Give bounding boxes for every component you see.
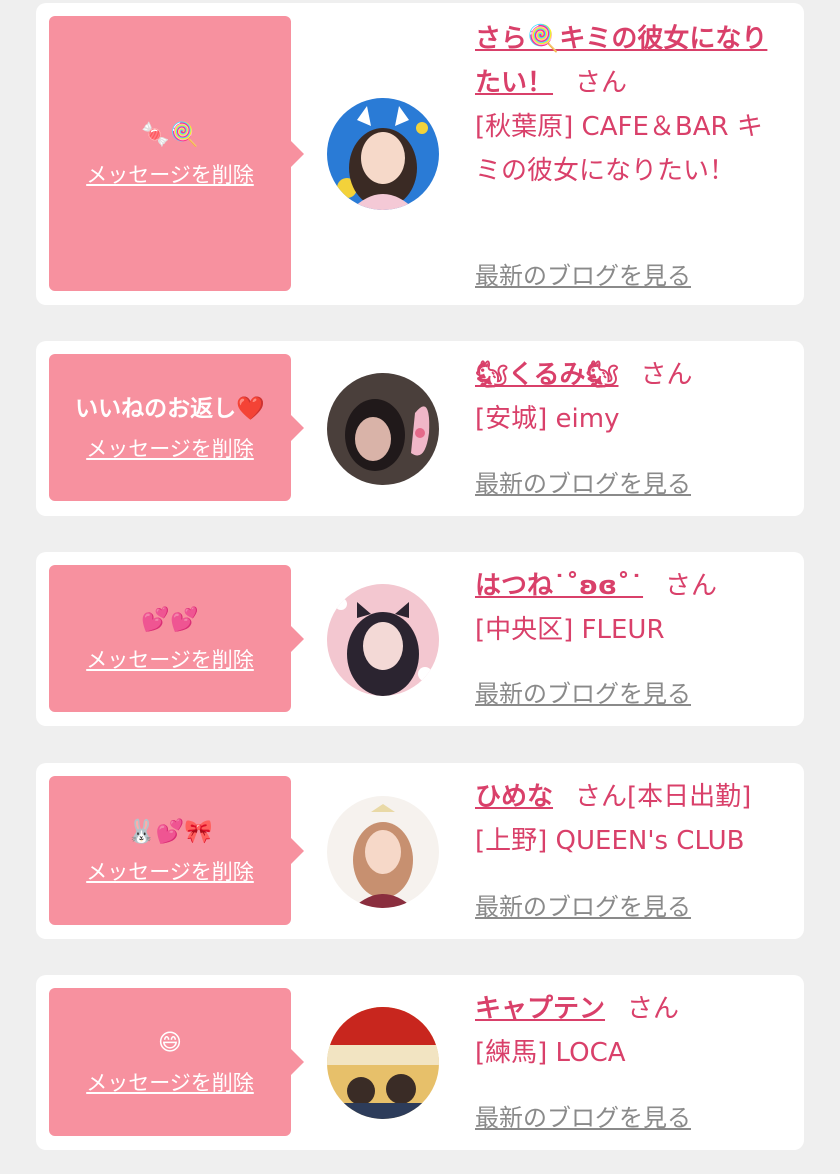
profile-name-link[interactable]: 🐿くるみ🐿 [475,360,619,390]
latest-blog-link[interactable]: 最新のブログを見る [475,1098,691,1133]
message-card: 🍬🍭 メッセージを削除 さら🍭キミの彼女になりたい！ さん [秋葉原] CAFE＆… [36,3,804,305]
delete-message-link[interactable]: メッセージを削除 [86,159,254,189]
honorific: さん[本日出勤] [575,782,752,812]
honorific: さん [575,68,628,98]
profile-info: はつね˙˚ʚɞ˚˙ さん [中央区] FLEUR [475,564,784,652]
delete-message-link[interactable]: メッセージを削除 [86,856,254,886]
message-bubble: 🐰💕🎀 メッセージを削除 [49,776,304,925]
message-bubble: 😄 メッセージを削除 [49,988,304,1136]
message-text: 💕💕 [141,606,199,633]
latest-blog-link[interactable]: 最新のブログを見る [475,256,691,291]
message-card: いいねのお返し❤️ メッセージを削除 🐿くるみ🐿 さん [安城] eimy 最新の… [36,341,804,516]
message-text: 😄 [158,1030,182,1056]
message-text: 🍬🍭 [141,121,199,148]
message-bubble: 🍬🍭 メッセージを削除 [49,16,304,291]
profile-info: 🐿くるみ🐿 さん [安城] eimy [475,353,784,441]
latest-blog-link[interactable]: 最新のブログを見る [475,887,691,922]
delete-message-link[interactable]: メッセージを削除 [86,1067,254,1097]
profile-name-link[interactable]: ひめな [475,782,553,812]
avatar[interactable] [327,796,439,908]
profile-info: ひめな さん[本日出勤] [上野] QUEEN's CLUB [475,775,784,863]
message-card: 😄 メッセージを削除 キャプテン さん [練馬] LOCA 最新のブログを見る [36,975,804,1150]
delete-message-link[interactable]: メッセージを削除 [86,433,254,463]
message-text: 🐰💕🎀 [127,818,213,845]
latest-blog-link[interactable]: 最新のブログを見る [475,674,691,709]
shop-text: [中央区] FLEUR [475,615,665,645]
honorific: さん [665,571,718,601]
profile-name-link[interactable]: キャプテン [475,994,605,1024]
message-card: 💕💕 メッセージを削除 はつね˙˚ʚɞ˚˙ さん [中央区] FLEUR 最新のブ… [36,552,804,726]
delete-message-link[interactable]: メッセージを削除 [86,644,254,674]
message-text: いいねのお返し❤️ [75,395,265,422]
profile-name-link[interactable]: はつね˙˚ʚɞ˚˙ [475,571,643,601]
honorific: さん [640,360,693,390]
avatar[interactable] [327,584,439,696]
message-bubble: 💕💕 メッセージを削除 [49,565,304,712]
honorific: さん [627,994,680,1024]
avatar[interactable] [327,373,439,485]
shop-text: [上野] QUEEN's CLUB [475,826,745,856]
latest-blog-link[interactable]: 最新のブログを見る [475,464,691,499]
message-bubble: いいねのお返し❤️ メッセージを削除 [49,354,304,501]
message-card: 🐰💕🎀 メッセージを削除 ひめな さん[本日出勤] [上野] QUEEN's CL… [36,763,804,939]
shop-text: [安城] eimy [475,404,620,434]
shop-text: [秋葉原] CAFE＆BAR キミの彼女になりたい！ [475,112,763,186]
shop-text: [練馬] LOCA [475,1038,626,1068]
profile-info: さら🍭キミの彼女になりたい！ さん [秋葉原] CAFE＆BAR キミの彼女になり… [475,17,784,193]
profile-info: キャプテン さん [練馬] LOCA [475,987,784,1075]
avatar[interactable] [327,98,439,210]
avatar[interactable] [327,1007,439,1119]
